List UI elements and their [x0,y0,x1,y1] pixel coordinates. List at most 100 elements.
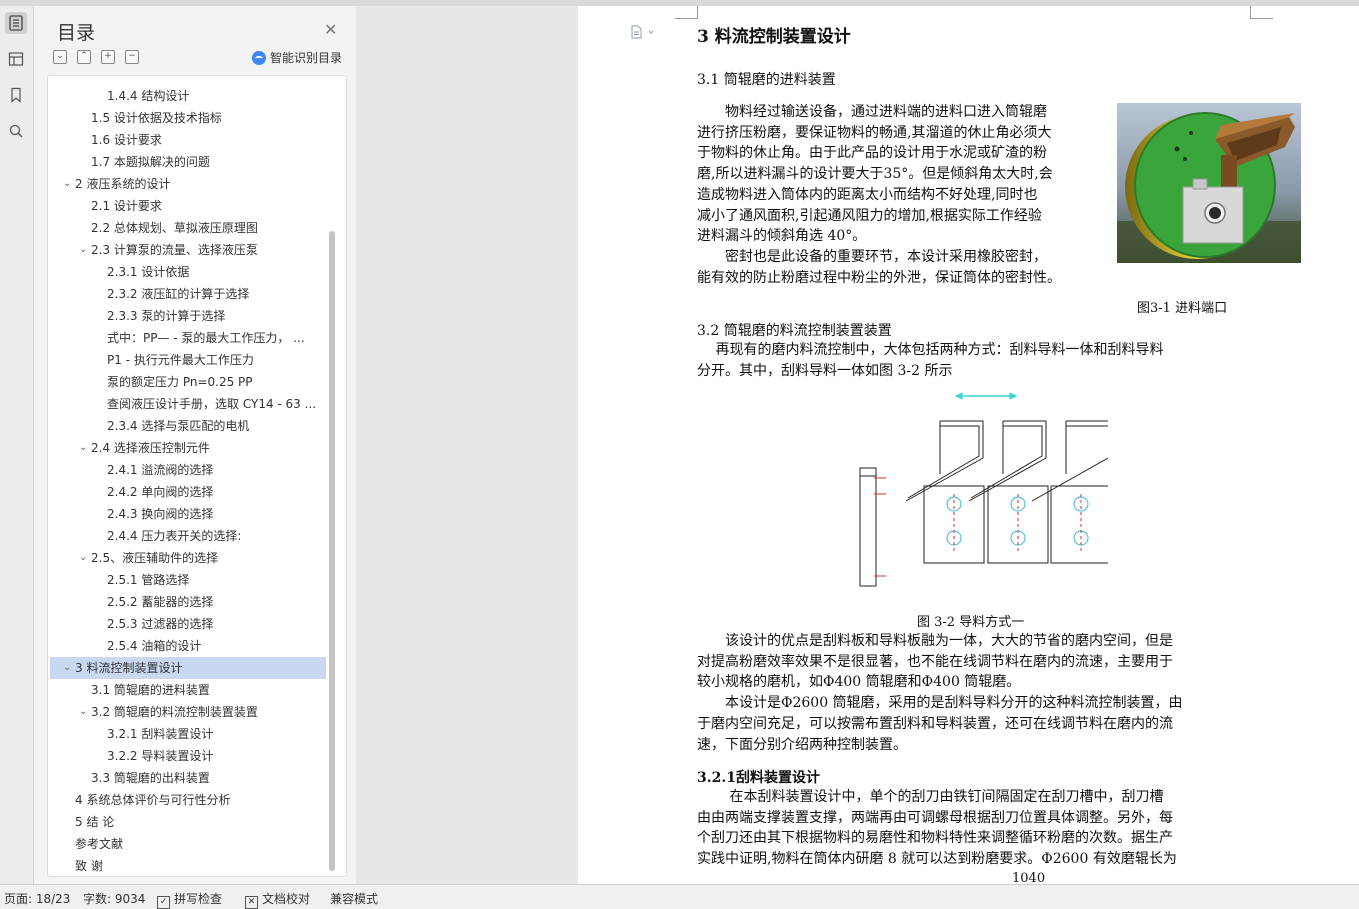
toc-item[interactable]: 2.5.1 管路选择 [50,569,326,591]
toc-item-label: 2.3.3 泵的计算于选择 [107,309,226,323]
toc-item[interactable]: 2.5.4 油箱的设计 [50,635,326,657]
toc-item[interactable]: 2.2 总体规划、草拟液压原理图 [50,217,326,239]
toc-item[interactable]: 2.3.2 液压缸的计算于选择 [50,283,326,305]
toc-item[interactable]: 1.4.4 结构设计 [50,85,326,107]
chevron-down-icon[interactable]: ⌄ [79,239,89,261]
search-icon[interactable] [5,120,27,142]
scraper-unit [905,420,985,564]
intro-paragraph: 物料经过输送设备，通过进料端的进料口进入筒辊磨 进行挤压粉磨，要保证物料的畅通,… [697,102,1112,288]
expand-all-icon[interactable]: ⌃ [77,50,91,64]
toc-item[interactable]: 致 谢 [50,855,326,876]
toc-item[interactable]: 泵的额定压力 Pn=0.25 PP [50,371,326,393]
toc-item-label: 3.3 筒辊磨的出料装置 [91,771,210,785]
chevron-down-icon[interactable]: ⌄ [79,437,89,459]
toc-item[interactable]: 3.2.1 刮料装置设计 [50,723,326,745]
toc-item[interactable]: 4 系统总体评价与可行性分析 [50,789,326,811]
toc-item-label: 2.2 总体规划、草拟液压原理图 [91,221,258,235]
toc-item[interactable]: ⌄ 3 料流控制装置设计 [50,657,326,679]
toc-item-label: 3.1 筒辊磨的进料装置 [91,683,210,697]
chevron-down-icon[interactable]: ⌄ [63,657,73,679]
remove-heading-icon[interactable]: − [125,50,139,64]
toc-item[interactable]: 5 结 论 [50,811,326,833]
spell-check-label: 拼写检查 [174,892,223,906]
bookmark-icon[interactable] [5,84,27,106]
toc-item[interactable]: 1.6 设计要求 [50,129,326,151]
text-line: 分开。其中，刮料导料一体如图 3-2 所示 [697,362,953,379]
toc-item[interactable]: P1 - 执行元件最大工作压力 [50,349,326,371]
toc-item-label: 2.3.2 液压缸的计算于选择 [107,287,250,301]
toc-item-label: 2.4.2 单向阀的选择 [107,485,214,499]
toc-item-label: 2.3.4 选择与泵匹配的电机 [107,419,250,433]
smart-toc-button[interactable]: 智能识别目录 [252,49,342,66]
section-3-1-heading: 3.1 筒辊磨的进料装置 [697,72,836,88]
chevron-down-icon[interactable]: ⌄ [79,701,89,723]
toc-item[interactable]: 3.2.2 导料装置设计 [50,745,326,767]
toc-item-label: 2.4.3 换向阀的选择 [107,507,214,521]
toc-title: 目录 [57,22,96,44]
toc-item-label: 2 液压系统的设计 [75,177,171,191]
toc-item[interactable]: 查阅液压设计手册，选取 CY14 - 63 ... [50,393,326,415]
text-line: 于磨内空间充足，可以按需布置刮料和导料装置，还可在线调节料在磨内的流 [697,715,1173,732]
toc-icon[interactable] [5,12,27,34]
toc-item[interactable]: 参考文献 [50,833,326,855]
toc-item[interactable]: ⌄ 2 液压系统的设计 [50,173,326,195]
section-3-2-1-heading: 3.2.1刮料装置设计 [697,770,820,786]
scraper-unit [968,420,1049,564]
text-line: 实践中证明,物料在筒体内研磨 8 就可以达到粉磨要求。Φ2600 有效磨辊长为 [697,851,1177,868]
text-line: 于物料的休止角。由于此产品的设计用于水泥或矿渣的粉 [697,145,1047,162]
toc-item-label: 2.3 计算泵的流量、选择液压泵 [91,243,258,257]
toc-item[interactable]: 3.3 筒辊磨的出料装置 [50,767,326,789]
toc-item[interactable]: ⌄ 3.2 筒辊磨的料流控制装置装置 [50,701,326,723]
toc-item-label: 式中：PP— - 泵的最大工作压力， ... [107,331,305,345]
toc-item[interactable]: 1.5 设计依据及技术指标 [50,107,326,129]
side-rail [0,6,34,884]
toc-item[interactable]: 2.1 设计要求 [50,195,326,217]
toc-item[interactable]: 2.4.2 单向阀的选择 [50,481,326,503]
toc-item-label: 2.4.1 溢流阀的选择 [107,463,214,477]
toc-item[interactable]: 3.1 筒辊磨的进料装置 [50,679,326,701]
document-icon[interactable] [630,24,656,43]
document-page[interactable]: 3 料流控制装置设计 3.1 筒辊磨的进料装置 物料经过输送设备，通过进料端的进… [578,6,1359,886]
toc-item[interactable]: 2.5.3 过滤器的选择 [50,613,326,635]
toc-item-label: 泵的额定压力 Pn=0.25 PP [107,375,253,389]
chevron-down-icon[interactable]: ⌄ [63,173,73,195]
toc-item-label: 4 系统总体评价与可行性分析 [75,793,231,807]
toc-item-label: 2.4.4 压力表开关的选择: [107,529,242,543]
toc-item-label: 1.4.4 结构设计 [107,89,190,103]
spell-check-button[interactable]: ✓ 拼写检查 [157,890,222,909]
toc-item[interactable]: 式中：PP— - 泵的最大工作压力， ... [50,327,326,349]
text-line: 由由两端支撑装置支撑，两端再由可调螺母根据刮刀位置具体调整。另外，每 [697,809,1173,826]
toc-item[interactable]: 2.5.2 蓄能器的选择 [50,591,326,613]
toc-panel: 目录 ✕ ⌄ ⌃ + − 智能识别目录 1.4.4 结构设计 1.5 设计依据及技… [34,6,356,884]
proofread-button[interactable]: ✕ 文档校对 [245,890,310,909]
chapter-heading: 3 料流控制装置设计 [697,27,851,47]
toc-item-label: 2.5.2 蓄能器的选择 [107,595,214,609]
close-icon[interactable]: ✕ [324,20,337,39]
toc-item[interactable]: 2.4.4 压力表开关的选择: [50,525,326,547]
add-heading-icon[interactable]: + [101,50,115,64]
figure-3-1-caption: 图3-1 进料端口 [1137,301,1228,316]
toc-item[interactable]: 2.4.3 换向阀的选择 [50,503,326,525]
toc-item[interactable]: ⌄ 2.4 选择液压控制元件 [50,437,326,459]
collapse-all-icon[interactable]: ⌄ [53,50,67,64]
text-line: 个刮刀还由其下根据物料的易磨性和物料特性来调整循环粉磨的次数。据生产 [697,830,1173,847]
smart-toc-icon [252,50,266,65]
toc-item[interactable]: ⌄ 2.5、液压辅助件的选择 [50,547,326,569]
compat-mode-label: 兼容模式 [330,892,379,906]
toc-item-label: 2.3.1 设计依据 [107,265,190,279]
toc-item[interactable]: 2.3.4 选择与泵匹配的电机 [50,415,326,437]
toc-item[interactable]: 1.7 本题拟解决的问题 [50,151,326,173]
chevron-down-icon[interactable]: ⌄ [79,547,89,569]
gutter [356,6,578,884]
toc-item[interactable]: 2.4.1 溢流阀的选择 [50,459,326,481]
toc-item[interactable]: 2.3.1 设计依据 [50,261,326,283]
toc-item[interactable]: ⌄ 2.3 计算泵的流量、选择液压泵 [50,239,326,261]
toc-item[interactable]: 2.3.3 泵的计算于选择 [50,305,326,327]
toc-scrollbar[interactable] [329,231,335,871]
toc-item-label: 1.6 设计要求 [91,133,162,147]
page-indicator[interactable]: 页面: 18/23 [4,890,70,907]
text-line: 进料漏斗的倾斜角选 40°。 [697,228,867,245]
outline-icon[interactable] [5,48,27,70]
word-count[interactable]: 字数: 9034 [83,890,145,907]
toc-item-label: P1 - 执行元件最大工作压力 [107,353,254,367]
